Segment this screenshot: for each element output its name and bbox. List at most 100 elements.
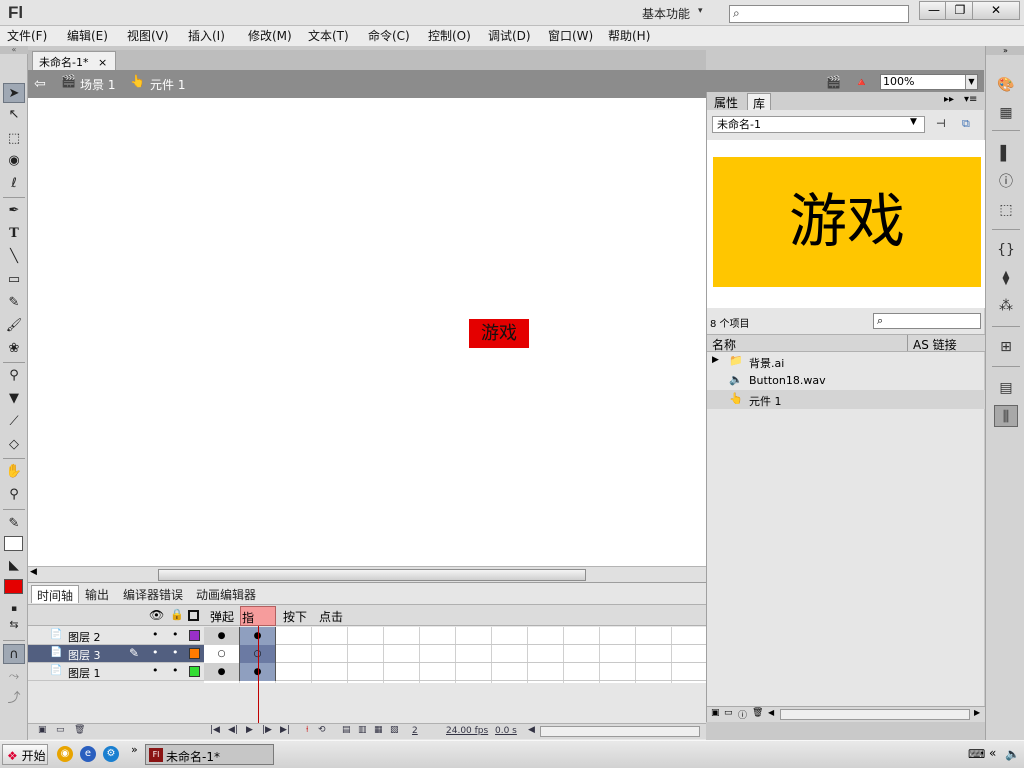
layer-row[interactable]: 📄 图层 2 • • [28, 627, 204, 645]
motion-presets-icon[interactable]: ⁂ [994, 295, 1018, 317]
properties-icon[interactable]: ⓘ [738, 708, 747, 721]
visibility-dot[interactable]: • [152, 664, 159, 677]
scroll-left-arrow-icon[interactable]: ◀ [768, 708, 774, 717]
straighten-icon[interactable]: ⤴ [3, 689, 25, 709]
paint-bucket-tool-icon[interactable]: ▼ [3, 389, 25, 409]
lock-dot[interactable]: • [172, 646, 179, 659]
outline-icon[interactable] [188, 610, 199, 621]
menu-text[interactable]: 文本(T) [308, 27, 349, 44]
chevron-down-icon[interactable]: ▼ [910, 117, 917, 127]
rectangle-tool-icon[interactable]: ▭ [3, 270, 25, 290]
loop-icon[interactable]: ⟲ [318, 725, 326, 735]
tab-library[interactable]: 库 [747, 93, 772, 111]
smooth-icon[interactable]: ⤳ [3, 667, 25, 687]
swatches-icon[interactable]: ▦ [994, 102, 1018, 124]
edit-symbols-icon[interactable]: 🔺 [854, 75, 870, 91]
eyedropper-tool-icon[interactable]: ⟋ [3, 412, 25, 432]
app-icon[interactable]: ⚙ [103, 746, 119, 762]
library-item[interactable]: ▶ 📁 背景.ai [707, 352, 985, 371]
panel-menu-icon[interactable]: ▾≡ [964, 94, 977, 105]
visibility-dot[interactable]: • [152, 628, 159, 641]
new-library-icon[interactable]: ⧉ [962, 117, 970, 131]
first-frame-icon[interactable]: |◀ [210, 725, 220, 735]
tab-compiler-errors[interactable]: 编译器错误 [118, 585, 188, 603]
help-search-input[interactable]: ⌕ [729, 5, 909, 23]
edit-scene-icon[interactable]: 🎬 [826, 75, 842, 91]
delete-icon[interactable]: 🗑 [752, 708, 763, 718]
free-transform-tool-icon[interactable]: ⬚ [3, 129, 25, 149]
frame-label-over[interactable]: 指针... [240, 606, 276, 642]
selection-tool-icon[interactable]: ➤ [3, 83, 25, 103]
quicklaunch-expand[interactable]: » [131, 743, 138, 756]
layer-row[interactable]: 📄 图层 1 • • [28, 663, 204, 681]
delete-layer-icon[interactable]: 🗑 [74, 725, 85, 735]
3d-rotation-tool-icon[interactable]: ◉ [3, 151, 25, 171]
new-layer-icon[interactable]: ▣ [38, 725, 47, 735]
snap-to-objects-icon[interactable]: ∩ [3, 644, 25, 664]
prev-frame-icon[interactable]: ◀| [228, 725, 238, 735]
onion-skin-icon[interactable]: ▤ [342, 725, 351, 735]
scroll-left-arrow-icon[interactable]: ◀ [528, 725, 535, 735]
layer-color-swatch[interactable] [189, 630, 200, 641]
bone-tool-icon[interactable]: ⚲ [3, 366, 25, 386]
column-name[interactable]: 名称 [712, 336, 736, 353]
modify-markers-icon[interactable]: ▧ [390, 725, 399, 735]
menu-debug[interactable]: 调试(D) [488, 27, 531, 44]
panel-collapse-icon[interactable]: « [0, 46, 28, 54]
library-item[interactable]: 🔈 Button18.wav [707, 371, 985, 390]
components-icon[interactable]: ⧫ [994, 267, 1018, 289]
align-icon[interactable]: ▌ [994, 143, 1018, 165]
hand-tool-icon[interactable]: ✋ [3, 462, 25, 482]
menu-file[interactable]: 文件(F) [7, 27, 47, 44]
movie-explorer-icon[interactable]: ⊞ [994, 336, 1018, 358]
expand-arrow-icon[interactable]: ▶ [712, 355, 719, 365]
back-arrow-icon[interactable]: ⇦ [34, 76, 46, 92]
column-linkage[interactable]: AS 链接 [913, 336, 957, 353]
play-icon[interactable]: ▶ [246, 725, 253, 735]
chevron-down-icon[interactable]: ▼ [965, 75, 977, 89]
chrome-icon[interactable]: ◉ [57, 746, 73, 762]
scroll-right-arrow-icon[interactable]: ▶ [974, 708, 980, 717]
stroke-color-swatch[interactable] [4, 536, 23, 551]
start-button[interactable]: ❖ 开始 [2, 744, 48, 765]
stage-horizontal-scrollbar[interactable]: ◀ [28, 566, 706, 582]
pin-icon[interactable]: ⊣ [936, 117, 946, 130]
restore-button[interactable]: ❐ [945, 1, 975, 20]
lock-dot[interactable]: • [172, 664, 179, 677]
document-tab[interactable]: 未命名-1* × [32, 51, 116, 70]
library-scrollbar[interactable] [780, 709, 970, 720]
project-icon[interactable]: ▤ [994, 377, 1018, 399]
eraser-tool-icon[interactable]: ◇ [3, 435, 25, 455]
close-button[interactable]: ✕ [972, 1, 1020, 20]
pen-tool-icon[interactable]: ✒ [3, 201, 25, 221]
blank-keyframe[interactable]: ○ [204, 645, 240, 663]
library-icon[interactable]: ⫼ [994, 405, 1018, 427]
library-search-input[interactable]: ⌕ [873, 313, 981, 329]
ie-icon[interactable]: e [80, 746, 96, 762]
code-snippets-icon[interactable]: {} [994, 239, 1018, 261]
keyboard-icon[interactable]: ⌨ [968, 747, 985, 761]
transform-icon[interactable]: ⬚ [994, 199, 1018, 221]
new-folder-icon[interactable]: ▭ [724, 708, 733, 718]
library-document-select[interactable]: 未命名-1 [712, 116, 925, 133]
breadcrumb-symbol[interactable]: 元件 1 [150, 76, 185, 93]
last-frame-icon[interactable]: ▶| [280, 725, 290, 735]
tab-motion-editor[interactable]: 动画编辑器 [191, 585, 261, 603]
new-folder-icon[interactable]: ▭ [56, 725, 65, 735]
scroll-left-arrow-icon[interactable]: ◀ [30, 567, 37, 577]
menu-control[interactable]: 控制(O) [428, 27, 471, 44]
close-icon[interactable]: × [98, 56, 107, 69]
swap-colors-icon[interactable]: ⇆ [3, 615, 25, 635]
layer-color-swatch[interactable] [189, 666, 200, 677]
pencil-tool-icon[interactable]: ✎ [3, 293, 25, 313]
color-palette-icon[interactable]: 🎨 [994, 74, 1018, 96]
menu-edit[interactable]: 编辑(E) [67, 27, 108, 44]
new-symbol-icon[interactable]: ▣ [711, 708, 720, 718]
menu-insert[interactable]: 插入(I) [188, 27, 225, 44]
eye-icon[interactable]: 👁 [149, 608, 164, 622]
tab-output[interactable]: 输出 [80, 585, 114, 603]
menu-window[interactable]: 窗口(W) [548, 27, 593, 44]
breadcrumb-scene[interactable]: 场景 1 [80, 76, 115, 93]
stage[interactable]: 游戏 [28, 98, 706, 566]
volume-icon[interactable]: 🔈 [1005, 747, 1020, 761]
